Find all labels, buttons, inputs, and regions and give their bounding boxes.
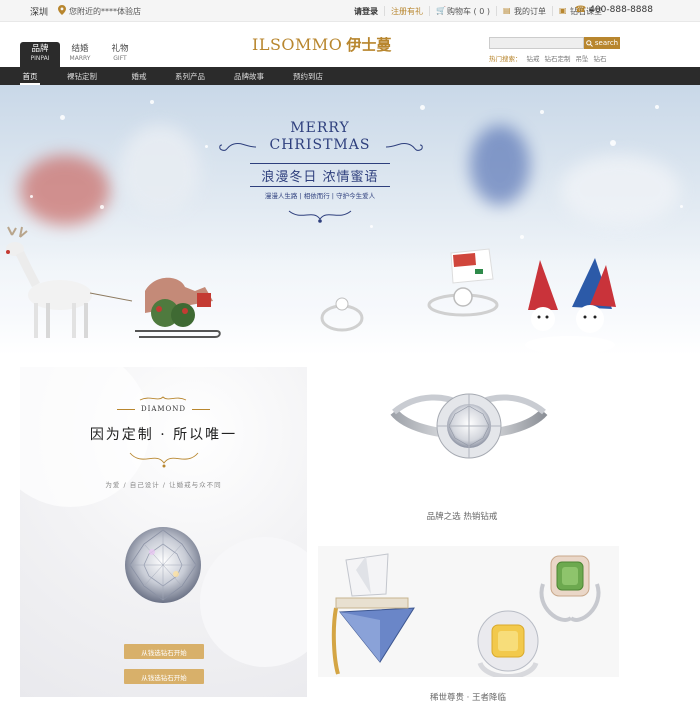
top-utility-bar: 深圳 您附近的****体验店 请登录 注册有礼 🛒 购物车 ( 0 ) ▤ 我的…	[0, 0, 700, 22]
orders-label: 我的订单	[513, 6, 546, 16]
ring-product-title[interactable]: 品牌之选 热销钻戒	[387, 510, 537, 522]
tab-marry-en: MARRY	[69, 55, 91, 62]
search-input[interactable]	[489, 37, 584, 49]
gemstone-collection-image[interactable]	[318, 546, 619, 677]
cart-link[interactable]: 🛒 购物车 ( 0 )	[429, 6, 496, 16]
tab-marry[interactable]: 结婚 MARRY	[60, 42, 100, 67]
location-pin-icon	[58, 5, 66, 15]
cart-icon: 🛒	[436, 6, 446, 15]
logo-text-cn: 伊士蔓	[346, 36, 392, 54]
custom-diamond-panel: DIAMOND 因为定制 · 所以唯一 为爱 / 自己设计 / 让婚戒与众不同	[20, 367, 307, 697]
cart-label: 购物车 ( 0 )	[447, 6, 490, 16]
tab-gift-label: 礼物	[111, 44, 129, 54]
main-navigation: 首页 裸钻定制 婚戒 系列产品 品牌故事 预约到店	[0, 67, 700, 85]
diamond-gem-icon	[125, 527, 201, 603]
login-link[interactable]: 请登录	[348, 6, 384, 16]
reindeer-icon	[6, 226, 133, 338]
hero-cn-title: 浪漫冬日 浓情蜜语	[261, 170, 379, 185]
divider	[250, 186, 390, 187]
channel-tabs: 品牌 PINPAI 结婚 MARRY 礼物 GIFT	[20, 42, 140, 67]
diamond-tagline: 为爱 / 自己设计 / 让婚戒与众不同	[105, 481, 222, 489]
tab-gift[interactable]: 礼物 GIFT	[100, 42, 140, 67]
gemstone-product-title[interactable]: 稀世尊贵 · 王者降临	[388, 691, 548, 703]
search-box: search	[489, 37, 620, 49]
nav-appointment[interactable]: 预约到店	[289, 67, 327, 85]
tab-brand-label: 品牌	[31, 44, 49, 54]
green-diamond-ring-icon	[539, 555, 601, 622]
diamond-slogan: 因为定制 · 所以唯一	[89, 427, 238, 443]
blurred-house-shape	[560, 155, 680, 225]
search-button[interactable]: search	[584, 37, 620, 49]
flourish-right-icon	[385, 143, 423, 151]
hero-title: MERRY CHRISTMAS	[250, 120, 390, 154]
blurred-tree-shape	[470, 125, 530, 205]
blurred-tree-shape	[120, 125, 200, 215]
nav-custom-diamond[interactable]: 裸钻定制	[64, 67, 100, 85]
flourish-bottom-icon	[129, 452, 199, 468]
ring-icon	[427, 287, 499, 317]
hotline: ☎ 400-888-8888	[575, 5, 653, 15]
nav-brand-story[interactable]: 品牌故事	[230, 67, 268, 85]
nearby-store-link[interactable]: 您附近的****体验店	[69, 6, 141, 17]
triangle-diamond-ring-icon	[331, 553, 415, 675]
flourish-left-icon	[219, 143, 257, 151]
search-button-label: search	[594, 39, 619, 47]
nav-home[interactable]: 首页	[20, 67, 40, 85]
tab-marry-label: 结婚	[71, 44, 89, 54]
flourish-top-icon	[139, 396, 187, 401]
hot-searches: 热门搜索： 钻戒 钻石定制 吊坠 钻石	[489, 53, 607, 63]
hot-search-label: 热门搜索：	[489, 55, 522, 63]
account-links: 请登录 注册有礼 🛒 购物车 ( 0 ) ▤ 我的订单 ▣ 钻石课堂	[348, 6, 608, 16]
order-icon: ▤	[502, 6, 511, 15]
site-header: 品牌 PINPAI 结婚 MARRY 礼物 GIFT ILSOMMO 伊士蔓 s…	[0, 22, 700, 67]
snowman-gnomes-icon	[525, 258, 616, 354]
register-link[interactable]: 注册有礼	[384, 6, 429, 16]
hot-search-item[interactable]: 钻石	[594, 53, 607, 63]
hero-subtitle: 漫漫人生路 | 相依而行 | 守护今生爱人	[264, 192, 376, 200]
blurred-house-shape	[20, 155, 110, 225]
orders-link[interactable]: ▤ 我的订单	[495, 6, 552, 16]
nav-wedding-rings[interactable]: 婚戒	[129, 67, 149, 85]
hot-search-item[interactable]: 钻石定制	[545, 53, 571, 63]
flourish-bottom-icon	[288, 210, 352, 223]
tab-gift-en: GIFT	[113, 55, 127, 62]
page: 深圳 您附近的****体验店 请登录 注册有礼 🛒 购物车 ( 0 ) ▤ 我的…	[0, 0, 700, 715]
tab-brand[interactable]: 品牌 PINPAI	[20, 42, 60, 67]
nav-series[interactable]: 系列产品	[171, 67, 209, 85]
hot-search-item[interactable]: 吊坠	[576, 53, 589, 63]
book-icon: ▣	[558, 6, 567, 15]
hot-search-item[interactable]: 钻戒	[527, 53, 540, 63]
tab-brand-en: PINPAI	[30, 55, 50, 62]
halo-ring-product-image[interactable]	[388, 382, 550, 474]
christmas-banner[interactable]: MERRY CHRISTMAS 浪漫冬日 浓情蜜语 漫漫人生路 | 相依而行 |…	[0, 85, 700, 355]
decor-petal	[200, 537, 307, 667]
select-diamond-button-2[interactable]: 从钱选钻石开始	[124, 669, 204, 684]
hero-title-line2: CHRISTMAS	[269, 137, 371, 153]
sleigh-icon	[135, 277, 221, 338]
search-icon	[586, 39, 593, 47]
city-selector[interactable]: 深圳	[30, 5, 48, 18]
brand-logo[interactable]: ILSOMMO 伊士蔓	[252, 34, 391, 55]
phone-number: 400-888-8888	[589, 5, 653, 15]
diamond-label: DIAMOND	[140, 405, 187, 413]
ring-icon	[320, 297, 364, 332]
divider	[250, 163, 390, 164]
phone-icon: ☎	[575, 5, 587, 15]
select-diamond-button[interactable]: 从钱选钻石开始	[124, 644, 204, 659]
hero-title-line1: MERRY	[290, 120, 350, 136]
logo-text-en: ILSOMMO	[252, 35, 343, 54]
